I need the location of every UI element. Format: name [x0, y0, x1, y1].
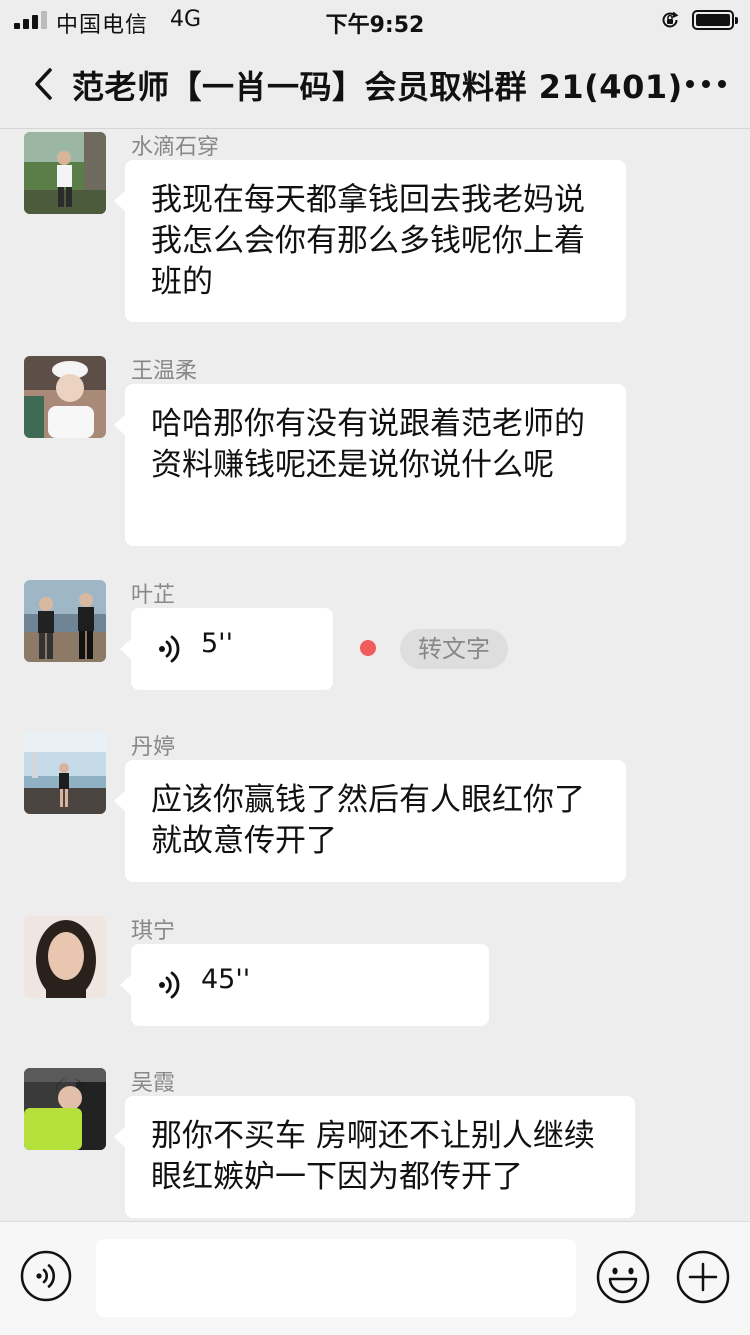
message-text: 应该你赢钱了然后有人眼红你了就故意传开了 [151, 782, 585, 859]
battery-icon [692, 10, 738, 30]
emoji-button[interactable] [596, 1250, 650, 1304]
voice-duration: 45'' [201, 964, 251, 995]
chat-title: 范老师【一肖一码】会员取料群 21(401) [72, 68, 683, 106]
voice-message[interactable]: 45'' [120, 944, 489, 1026]
message-input[interactable] [96, 1239, 576, 1317]
message-bubble[interactable]: 应该你赢钱了然后有人眼红你了就故意传开了 [114, 760, 626, 882]
avatar[interactable] [24, 580, 106, 662]
input-bar [0, 1221, 750, 1335]
voice-duration: 5'' [201, 628, 234, 659]
voice-input-button[interactable] [20, 1250, 72, 1302]
voice-wave-icon [159, 971, 180, 999]
voice-message[interactable]: 5'' [120, 608, 333, 690]
message-list[interactable]: 水滴石穿 我现在每天都拿钱回去我老妈说我怎么会你有那么多钱呢你上着班的 王温柔 … [0, 129, 750, 1221]
sender-name: 琪宁 [131, 919, 176, 944]
message-bubble[interactable]: 那你不买车 房啊还不让别人继续眼红嫉妒一下因为都传开了 [114, 1096, 635, 1218]
message-bubble[interactable]: 我现在每天都拿钱回去我老妈说我怎么会你有那么多钱呢你上着班的 [114, 160, 626, 322]
voice-input-icon [20, 1250, 72, 1302]
chevron-left-icon [35, 68, 52, 100]
avatar[interactable] [24, 732, 106, 814]
status-bar: 中国电信 4G 下午9:52 [0, 0, 750, 40]
sender-name: 叶芷 [131, 583, 176, 608]
more-dots-icon [686, 80, 726, 88]
transcribe-button[interactable]: 转文字 [400, 629, 508, 669]
clock: 下午9:52 [325, 13, 425, 38]
back-button[interactable] [28, 62, 62, 106]
unread-dot [360, 640, 376, 656]
message-text: 哈哈那你有没有说跟着范老师的资料赚钱呢还是说你说什么呢 [151, 406, 585, 483]
avatar[interactable] [24, 356, 106, 438]
voice-wave-icon [159, 635, 180, 663]
message-text: 那你不买车 房啊还不让别人继续眼红嫉妒一下因为都传开了 [151, 1118, 595, 1195]
sender-name: 丹婷 [131, 735, 176, 760]
avatar[interactable] [24, 1068, 106, 1150]
sender-name: 吴霞 [131, 1071, 176, 1096]
message-bubble[interactable]: 哈哈那你有没有说跟着范老师的资料赚钱呢还是说你说什么呢 [114, 384, 626, 546]
emoji-icon [596, 1250, 650, 1304]
add-button[interactable] [676, 1250, 730, 1304]
plus-icon [676, 1250, 730, 1304]
more-button[interactable] [682, 70, 730, 98]
chat-header: 范老师【一肖一码】会员取料群 21(401) [0, 40, 750, 129]
message-text: 我现在每天都拿钱回去我老妈说我怎么会你有那么多钱呢你上着班的 [151, 182, 585, 300]
rotation-lock-icon [660, 10, 680, 30]
avatar[interactable] [24, 916, 106, 998]
avatar[interactable] [24, 132, 106, 214]
sender-name: 水滴石穿 [131, 135, 220, 160]
sender-name: 王温柔 [131, 359, 198, 384]
